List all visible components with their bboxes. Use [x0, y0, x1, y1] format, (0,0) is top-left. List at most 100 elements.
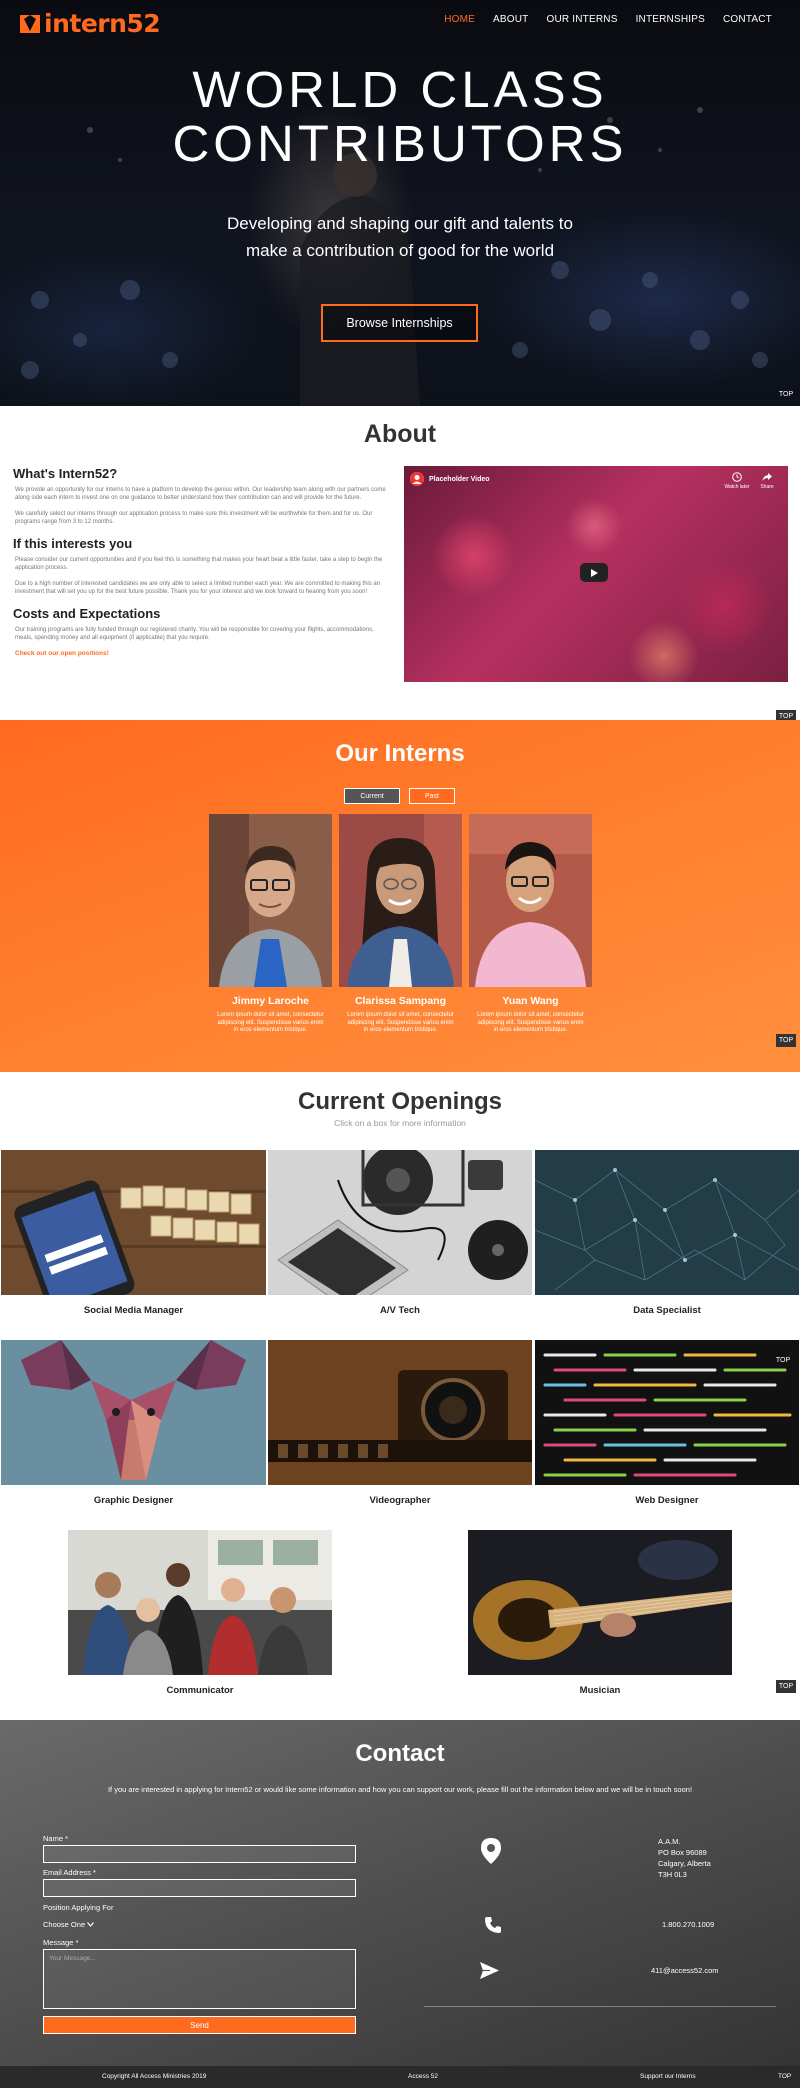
- job-card-social-media-manager[interactable]: Social Media Manager: [1, 1150, 266, 1316]
- openings-title: Current Openings: [297, 1088, 502, 1115]
- video-title: Placeholder Video: [429, 475, 490, 483]
- interns-title: Our Interns: [335, 740, 465, 767]
- openings-subtitle: Click on a box for more information: [334, 1118, 466, 1128]
- top-button[interactable]: TOP: [778, 2073, 791, 2080]
- about-paragraph: We provide an opportunity for our intern…: [15, 487, 386, 501]
- nav-our-interns[interactable]: OUR INTERNS: [546, 14, 617, 25]
- play-button[interactable]: [580, 563, 608, 582]
- job-title: Videographer: [369, 1495, 431, 1506]
- intern-name: Yuan Wang: [502, 995, 559, 1007]
- top-button[interactable]: TOP: [776, 1680, 796, 1693]
- job-image: [468, 1530, 732, 1675]
- job-card-web-designer[interactable]: Web Designer TOP: [535, 1340, 799, 1506]
- job-image: [1, 1340, 266, 1485]
- phone-number[interactable]: 1.800.270.1009: [662, 1919, 714, 1930]
- job-title: Musician: [579, 1685, 621, 1696]
- top-button[interactable]: TOP: [776, 1034, 796, 1047]
- intern-photo: [339, 814, 462, 987]
- video-header: Placeholder Video: [410, 472, 490, 486]
- hero-subtitle-line1: Developing and shaping our gift and tale…: [227, 214, 573, 233]
- address-line: T3H 0L3: [658, 1870, 687, 1879]
- intern-card[interactable]: Jimmy Laroche Lorem ipsum dolor sit amet…: [209, 814, 332, 1035]
- job-title: Data Specialist: [633, 1305, 701, 1316]
- job-card-av-tech[interactable]: A/V Tech: [268, 1150, 532, 1316]
- email-address[interactable]: 411@access52.com: [651, 1965, 719, 1976]
- contact-divider: [424, 2006, 776, 2007]
- tab-current[interactable]: Current: [344, 788, 400, 804]
- intern-photo: [469, 814, 592, 987]
- top-button[interactable]: TOP: [773, 1354, 793, 1367]
- job-card-musician[interactable]: Musician: [468, 1530, 732, 1696]
- logo[interactable]: intern52: [20, 8, 161, 38]
- position-select[interactable]: Choose One: [43, 1920, 95, 1929]
- name-label: Name *: [43, 1834, 69, 1843]
- about-title: About: [363, 420, 437, 448]
- contact-intro: If you are interested in applying for In…: [107, 1785, 693, 1794]
- footer: Copyright All Access Ministries 2019 Acc…: [0, 2066, 800, 2088]
- chevron-down-icon: [87, 1922, 95, 1927]
- position-select-value: Choose One: [43, 1920, 86, 1929]
- job-image: [268, 1150, 532, 1295]
- about-paragraph: Our training programs are fully funded t…: [15, 627, 374, 641]
- job-image: [535, 1150, 799, 1295]
- nav-internships[interactable]: INTERNSHIPS: [636, 14, 705, 25]
- position-label: Position Applying For: [43, 1903, 114, 1912]
- job-title: Web Designer: [635, 1495, 699, 1506]
- contact-title: Contact: [355, 1740, 445, 1767]
- job-card-graphic-designer[interactable]: Graphic Designer: [1, 1340, 266, 1506]
- intern-card[interactable]: Yuan Wang Lorem ipsum dolor sit amet, co…: [469, 814, 592, 1035]
- about-heading-costs: Costs and Expectations: [13, 606, 161, 621]
- share-icon: [762, 473, 772, 481]
- channel-avatar-icon: [410, 472, 424, 486]
- watch-later-label: Watch later: [724, 484, 750, 490]
- address-line: PO Box 96089: [658, 1848, 707, 1857]
- share-button[interactable]: Share: [754, 472, 780, 490]
- nav-about[interactable]: ABOUT: [493, 14, 528, 25]
- browse-internships-button[interactable]: Browse Internships: [321, 304, 478, 342]
- intern-name: Clarissa Sampang: [354, 995, 447, 1007]
- tab-past[interactable]: Past: [409, 788, 455, 804]
- hero-title-line2: CONTRIBUTORS: [172, 115, 628, 172]
- play-icon: [591, 568, 598, 577]
- send-button[interactable]: Send: [43, 2016, 356, 2034]
- job-image: [535, 1340, 799, 1485]
- hero-section: intern52 HOME ABOUT OUR INTERNS INTERNSH…: [0, 0, 800, 406]
- job-title: Communicator: [166, 1685, 234, 1696]
- message-label: Message *: [43, 1938, 79, 1947]
- support-interns-link[interactable]: Support our Interns: [640, 2073, 696, 2080]
- watch-later-button[interactable]: Watch later: [724, 472, 750, 490]
- top-button[interactable]: TOP: [776, 388, 796, 401]
- main-nav: HOME ABOUT OUR INTERNS INTERNSHIPS CONTA…: [426, 14, 772, 25]
- intern-card[interactable]: Clarissa Sampang Lorem ipsum dolor sit a…: [339, 814, 462, 1035]
- job-image: [1, 1150, 266, 1295]
- job-title: A/V Tech: [380, 1305, 420, 1316]
- job-image: [68, 1530, 332, 1675]
- contact-section: Contact If you are interested in applyin…: [0, 1720, 800, 2066]
- job-card-communicator[interactable]: Communicator: [68, 1530, 332, 1696]
- email-field[interactable]: [43, 1879, 356, 1897]
- nav-contact[interactable]: CONTACT: [723, 14, 772, 25]
- name-field[interactable]: [43, 1845, 356, 1863]
- hero-subtitle: Developing and shaping our gift and tale…: [0, 210, 800, 264]
- clock-icon: [732, 472, 742, 482]
- about-text-column: What's Intern52? We provide an opportuni…: [13, 466, 393, 657]
- map-pin-icon: [481, 1838, 501, 1864]
- about-paragraph: Please consider our current opportunitie…: [15, 557, 383, 571]
- email-label: Email Address *: [43, 1868, 96, 1877]
- message-textarea[interactable]: Your Message...: [43, 1949, 356, 2009]
- open-positions-link[interactable]: Check out our open positions!: [13, 650, 393, 657]
- footer-access52-link[interactable]: Access 52: [408, 2073, 438, 2080]
- interns-section: Our Interns Current Past Jimmy Laroche L…: [0, 720, 800, 1072]
- job-image: [268, 1340, 532, 1485]
- about-heading-whats: What's Intern52?: [13, 466, 118, 481]
- about-paragraph: Due to a high number of interested candi…: [15, 581, 381, 595]
- send-plane-icon: [480, 1962, 499, 1979]
- share-label: Share: [760, 484, 774, 490]
- video-player[interactable]: Placeholder Video Watch later Share: [404, 466, 788, 682]
- intern-bio: Lorem ipsum dolor sit amet, consectetur …: [217, 1012, 324, 1033]
- job-card-videographer[interactable]: Videographer: [268, 1340, 532, 1506]
- hero-subtitle-line2: make a contribution of good for the worl…: [245, 241, 555, 260]
- hero-title-line1: WORLD CLASS: [192, 61, 608, 118]
- job-card-data-specialist[interactable]: Data Specialist: [535, 1150, 799, 1316]
- nav-home[interactable]: HOME: [444, 14, 475, 25]
